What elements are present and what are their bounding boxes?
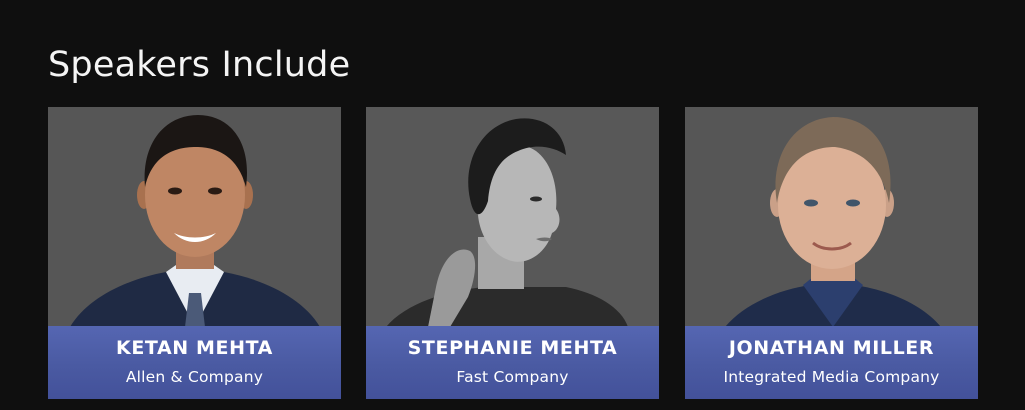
speakers-grid: KETAN MEHTA Allen & Company STEPHANIE ME… bbox=[48, 107, 978, 399]
speaker-caption: KETAN MEHTA Allen & Company bbox=[48, 326, 341, 399]
speaker-company: Fast Company bbox=[456, 368, 569, 386]
speaker-company: Integrated Media Company bbox=[723, 368, 940, 386]
section-title: Speakers Include bbox=[48, 45, 351, 85]
speaker-name: KETAN MEHTA bbox=[116, 337, 273, 359]
speaker-card-stephanie-mehta[interactable]: STEPHANIE MEHTA Fast Company bbox=[366, 107, 659, 399]
speaker-card-ketan-mehta[interactable]: KETAN MEHTA Allen & Company bbox=[48, 107, 341, 399]
speaker-caption: JONATHAN MILLER Integrated Media Company bbox=[685, 326, 978, 399]
speaker-company: Allen & Company bbox=[125, 368, 264, 386]
speaker-photo bbox=[366, 107, 659, 327]
speaker-card-jonathan-miller[interactable]: JONATHAN MILLER Integrated Media Company bbox=[685, 107, 978, 399]
speaker-name: STEPHANIE MEHTA bbox=[407, 337, 618, 359]
speaker-name: JONATHAN MILLER bbox=[728, 337, 935, 359]
speaker-caption: STEPHANIE MEHTA Fast Company bbox=[366, 326, 659, 399]
speaker-photo bbox=[685, 107, 978, 327]
speaker-photo bbox=[48, 107, 341, 327]
